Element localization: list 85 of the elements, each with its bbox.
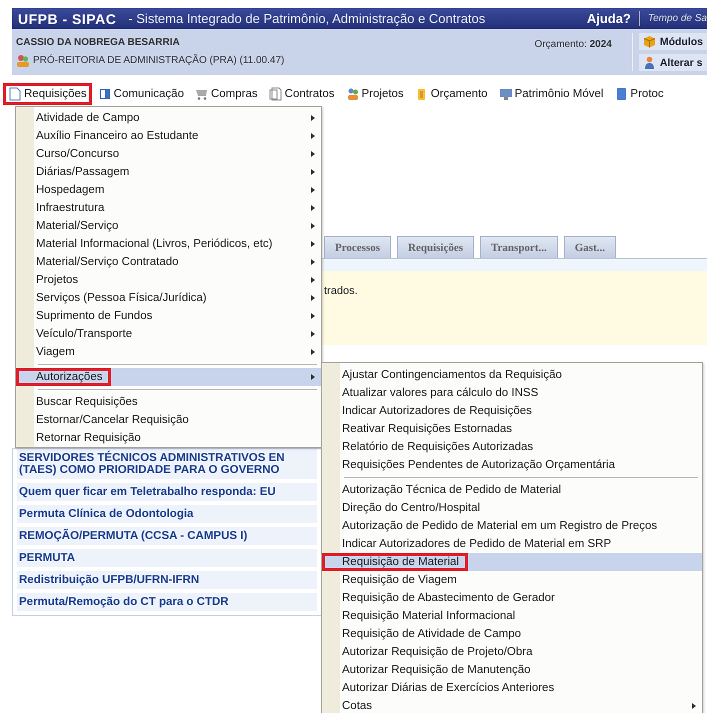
menu-option[interactable]: Hospedagem — [16, 181, 321, 199]
submenu-arrow-icon — [311, 205, 315, 211]
submenu-arrow-icon — [311, 313, 315, 319]
menu-item[interactable]: Requisições — [3, 83, 92, 105]
help-link[interactable]: Ajuda? — [586, 11, 640, 26]
submenu-arrow-icon — [311, 133, 315, 139]
system-title: - Sistema Integrado de Patrimônio, Administração e Contratos — [128, 11, 486, 26]
submenu-arrow-icon — [311, 374, 315, 380]
menu-option[interactable]: Diárias/Passagem — [16, 163, 321, 181]
menu-option[interactable]: Requisição Material Informacional — [322, 607, 702, 625]
submenu-arrow-icon — [311, 241, 315, 247]
monitor-icon — [498, 87, 513, 101]
menu-option[interactable]: Indicar Autorizadores de Pedido de Material em SRP — [322, 535, 702, 553]
menu-option[interactable]: Estornar/Cancelar Requisição — [16, 411, 321, 429]
menu-option[interactable]: Suprimento de Fundos — [16, 307, 321, 325]
menu-option[interactable]: Autorização de Pedido de Material em um Registro de Preços — [322, 517, 702, 535]
menu-item[interactable]: Compras — [190, 83, 263, 105]
menu-option[interactable]: Relatório de Requisições Autorizadas — [322, 438, 702, 456]
message-text: trados. — [324, 285, 358, 297]
menu-option[interactable]: Infraestrutura — [16, 199, 321, 217]
menu-option[interactable]: Direção do Centro/Hospital — [322, 499, 702, 517]
binder-icon — [614, 87, 628, 101]
people-icon — [16, 54, 30, 68]
submenu-arrow-icon — [311, 151, 315, 157]
cube-icon — [642, 35, 656, 48]
tab[interactable]: Processos — [324, 236, 392, 258]
user-name: CASSIO DA NOBREGA BESARRIA — [16, 36, 181, 48]
menu-option[interactable]: Curso/Concurso — [16, 145, 321, 163]
session-timer: Tempo de Sa — [648, 13, 707, 24]
menu-option[interactable]: Indicar Autorizadores de Requisições — [322, 402, 702, 420]
budget-year: Orçamento: 2024 — [534, 39, 612, 50]
menu-option[interactable]: Atualizar valores para cálculo do INSS — [322, 384, 702, 402]
menu-option[interactable]: Autorizar Requisição de Manutenção — [322, 661, 702, 679]
submenu-arrow-icon — [692, 703, 696, 709]
menu-option[interactable]: Autorização Técnica de Pedido de Material — [322, 481, 702, 499]
menu-option[interactable]: Material/Serviço — [16, 217, 321, 235]
person-icon — [642, 56, 656, 69]
document-icon — [268, 87, 283, 101]
cart-icon — [194, 87, 209, 101]
user-link[interactable]: Módulos — [638, 33, 707, 50]
menu-option[interactable]: Requisição de Atividade de Campo — [322, 625, 702, 643]
menu-option[interactable]: Reativar Requisições Estornadas — [322, 420, 702, 438]
menu-item[interactable]: Orçamento — [410, 83, 493, 105]
system-name: UFPB - SIPAC — [18, 10, 116, 26]
menu-option[interactable]: Veículo/Transporte — [16, 325, 321, 343]
menu-item[interactable]: Patrimônio Móvel — [494, 83, 608, 105]
submenu-arrow-icon — [311, 331, 315, 337]
menu-option[interactable]: Material/Serviço Contratado — [16, 253, 321, 271]
menu-option[interactable]: Buscar Requisições — [16, 393, 321, 411]
menu-option[interactable]: Ajustar Contingenciamentos da Requisição — [322, 366, 702, 384]
menu-option[interactable]: Projetos — [16, 271, 321, 289]
menu-option[interactable]: Requisição de Material — [322, 553, 702, 571]
user-link[interactable]: Alterar s — [638, 54, 707, 71]
submenu-arrow-icon — [311, 223, 315, 229]
user-unit: PRÓ-REITORIA DE ADMINISTRAÇÃO (PRA) (11.00.47) — [33, 55, 284, 66]
menu-option[interactable]: Autorizar Requisição de Projeto/Obra — [322, 643, 702, 661]
submenu-arrow-icon — [311, 277, 315, 283]
menu-option[interactable]: Autorizações — [16, 368, 321, 386]
submenu-arrow-icon — [311, 169, 315, 175]
submenu-arrow-icon — [311, 115, 315, 121]
menu-option[interactable]: Requisição de Viagem — [322, 571, 702, 589]
menu-option[interactable]: Requisições Pendentes de Autorização Orçamentária — [322, 456, 702, 474]
menu-option[interactable]: Retornar Requisição — [16, 429, 321, 447]
menu-item[interactable]: Protoc — [609, 83, 669, 105]
people-icon — [346, 87, 360, 101]
menu-item[interactable]: Projetos — [340, 83, 409, 105]
menu-option[interactable]: Atividade de Campo — [16, 109, 321, 127]
menu-option[interactable]: Material Informacional (Livros, Periódicos, etc) — [16, 235, 321, 253]
page-icon — [8, 87, 22, 101]
menu-option[interactable]: Cotas — [322, 697, 702, 713]
submenu-arrow-icon — [311, 259, 315, 265]
menu-item[interactable]: Comunicação — [92, 83, 189, 105]
tab[interactable]: Gast... — [564, 236, 616, 258]
menu-option[interactable]: Autorizar Diárias de Exercícios Anteriores — [322, 679, 702, 697]
tab[interactable]: Requisições — [397, 236, 474, 258]
tab[interactable]: Transport... — [480, 236, 558, 258]
menu-option[interactable]: Requisição de Abastecimento de Gerador — [322, 589, 702, 607]
menu-option[interactable]: Serviços (Pessoa Física/Jurídica) — [16, 289, 321, 307]
submenu-arrow-icon — [311, 187, 315, 193]
menu-item[interactable]: Contratos — [264, 83, 340, 105]
menu-option[interactable]: Auxílio Financeiro ao Estudante — [16, 127, 321, 145]
menu-option[interactable]: Viagem — [16, 343, 321, 361]
submenu-arrow-icon — [311, 295, 315, 301]
submenu-arrow-icon — [311, 349, 315, 355]
book-icon — [98, 87, 112, 101]
